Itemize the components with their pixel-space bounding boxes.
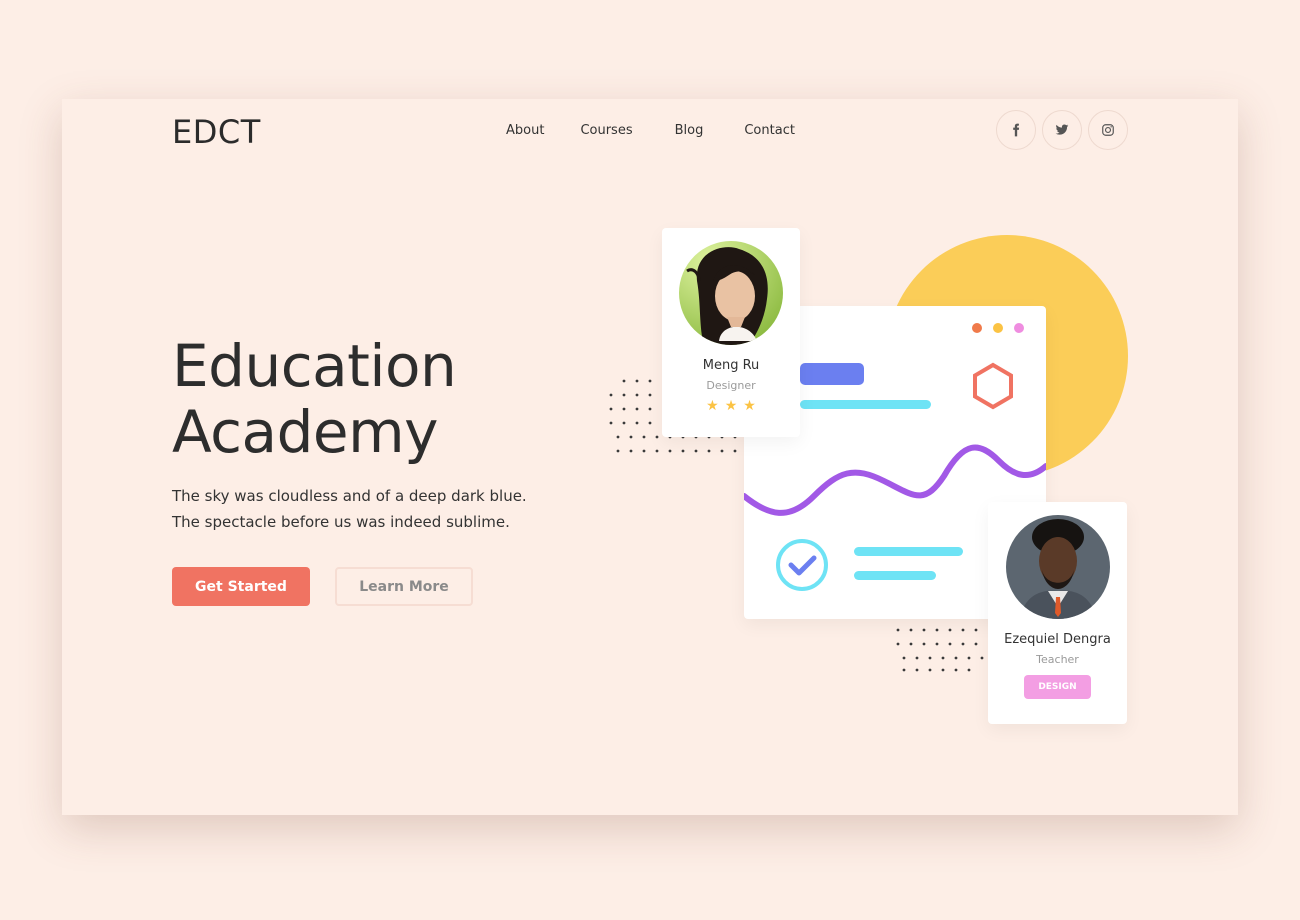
profile-role: Teacher [1036,653,1079,666]
window-controls [972,323,1024,333]
nav-about[interactable]: About [506,123,544,138]
profile-name: Ezequiel Dengra [1004,632,1111,647]
hexagon-icon [973,362,1013,410]
facebook-button[interactable] [996,110,1036,150]
avatar [679,241,783,345]
nav-courses[interactable]: Courses [580,123,632,138]
brand-logo[interactable]: EDCT [172,113,261,151]
window-dot-orange [972,323,982,333]
hero-description-line-2: The spectacle before us was indeed subli… [172,513,510,531]
star-icon: ★ [706,398,719,414]
landing-page: EDCT About Courses Blog Contact Educatio… [62,99,1238,815]
cyan-bar-low [854,571,936,580]
hero-description: The sky was cloudless and of a deep dark… [172,483,527,535]
social-links [996,110,1128,150]
blue-bar [800,363,864,385]
profile-card-ezequiel-dengra[interactable]: Ezequiel Dengra Teacher DESIGN [988,502,1127,724]
cyan-bar-top [800,400,931,409]
instagram-button[interactable] [1088,110,1128,150]
hero-title-line-1: Education [172,332,457,400]
star-icon: ★ [743,398,756,414]
nav-contact[interactable]: Contact [744,123,795,138]
nav-blog[interactable]: Blog [675,123,704,138]
hero-title-line-2: Academy [172,398,438,466]
category-badge[interactable]: DESIGN [1024,675,1091,699]
learn-more-button[interactable]: Learn More [335,567,473,606]
profile-name: Meng Ru [702,358,760,373]
profile-role: Designer [706,379,756,392]
get-started-button[interactable]: Get Started [172,567,310,606]
check-circle-icon [776,539,828,591]
twitter-icon [1055,124,1069,135]
profile-card-meng-ru[interactable]: Meng Ru Designer ★ ★ ★ [662,228,800,437]
main-nav: About Courses Blog Contact [506,123,795,138]
woman-portrait-image [679,241,783,345]
window-dot-yellow [993,323,1003,333]
twitter-button[interactable] [1042,110,1082,150]
hero-title: Education Academy [172,332,457,466]
window-dot-pink [1014,323,1024,333]
rating-stars: ★ ★ ★ [662,398,800,414]
facebook-icon [1013,123,1020,137]
cyan-bar-mid [854,547,963,556]
avatar [1005,515,1110,619]
star-icon: ★ [724,398,738,414]
man-portrait-image [1005,515,1110,619]
hero-description-line-1: The sky was cloudless and of a deep dark… [172,487,527,505]
instagram-icon [1102,124,1114,136]
